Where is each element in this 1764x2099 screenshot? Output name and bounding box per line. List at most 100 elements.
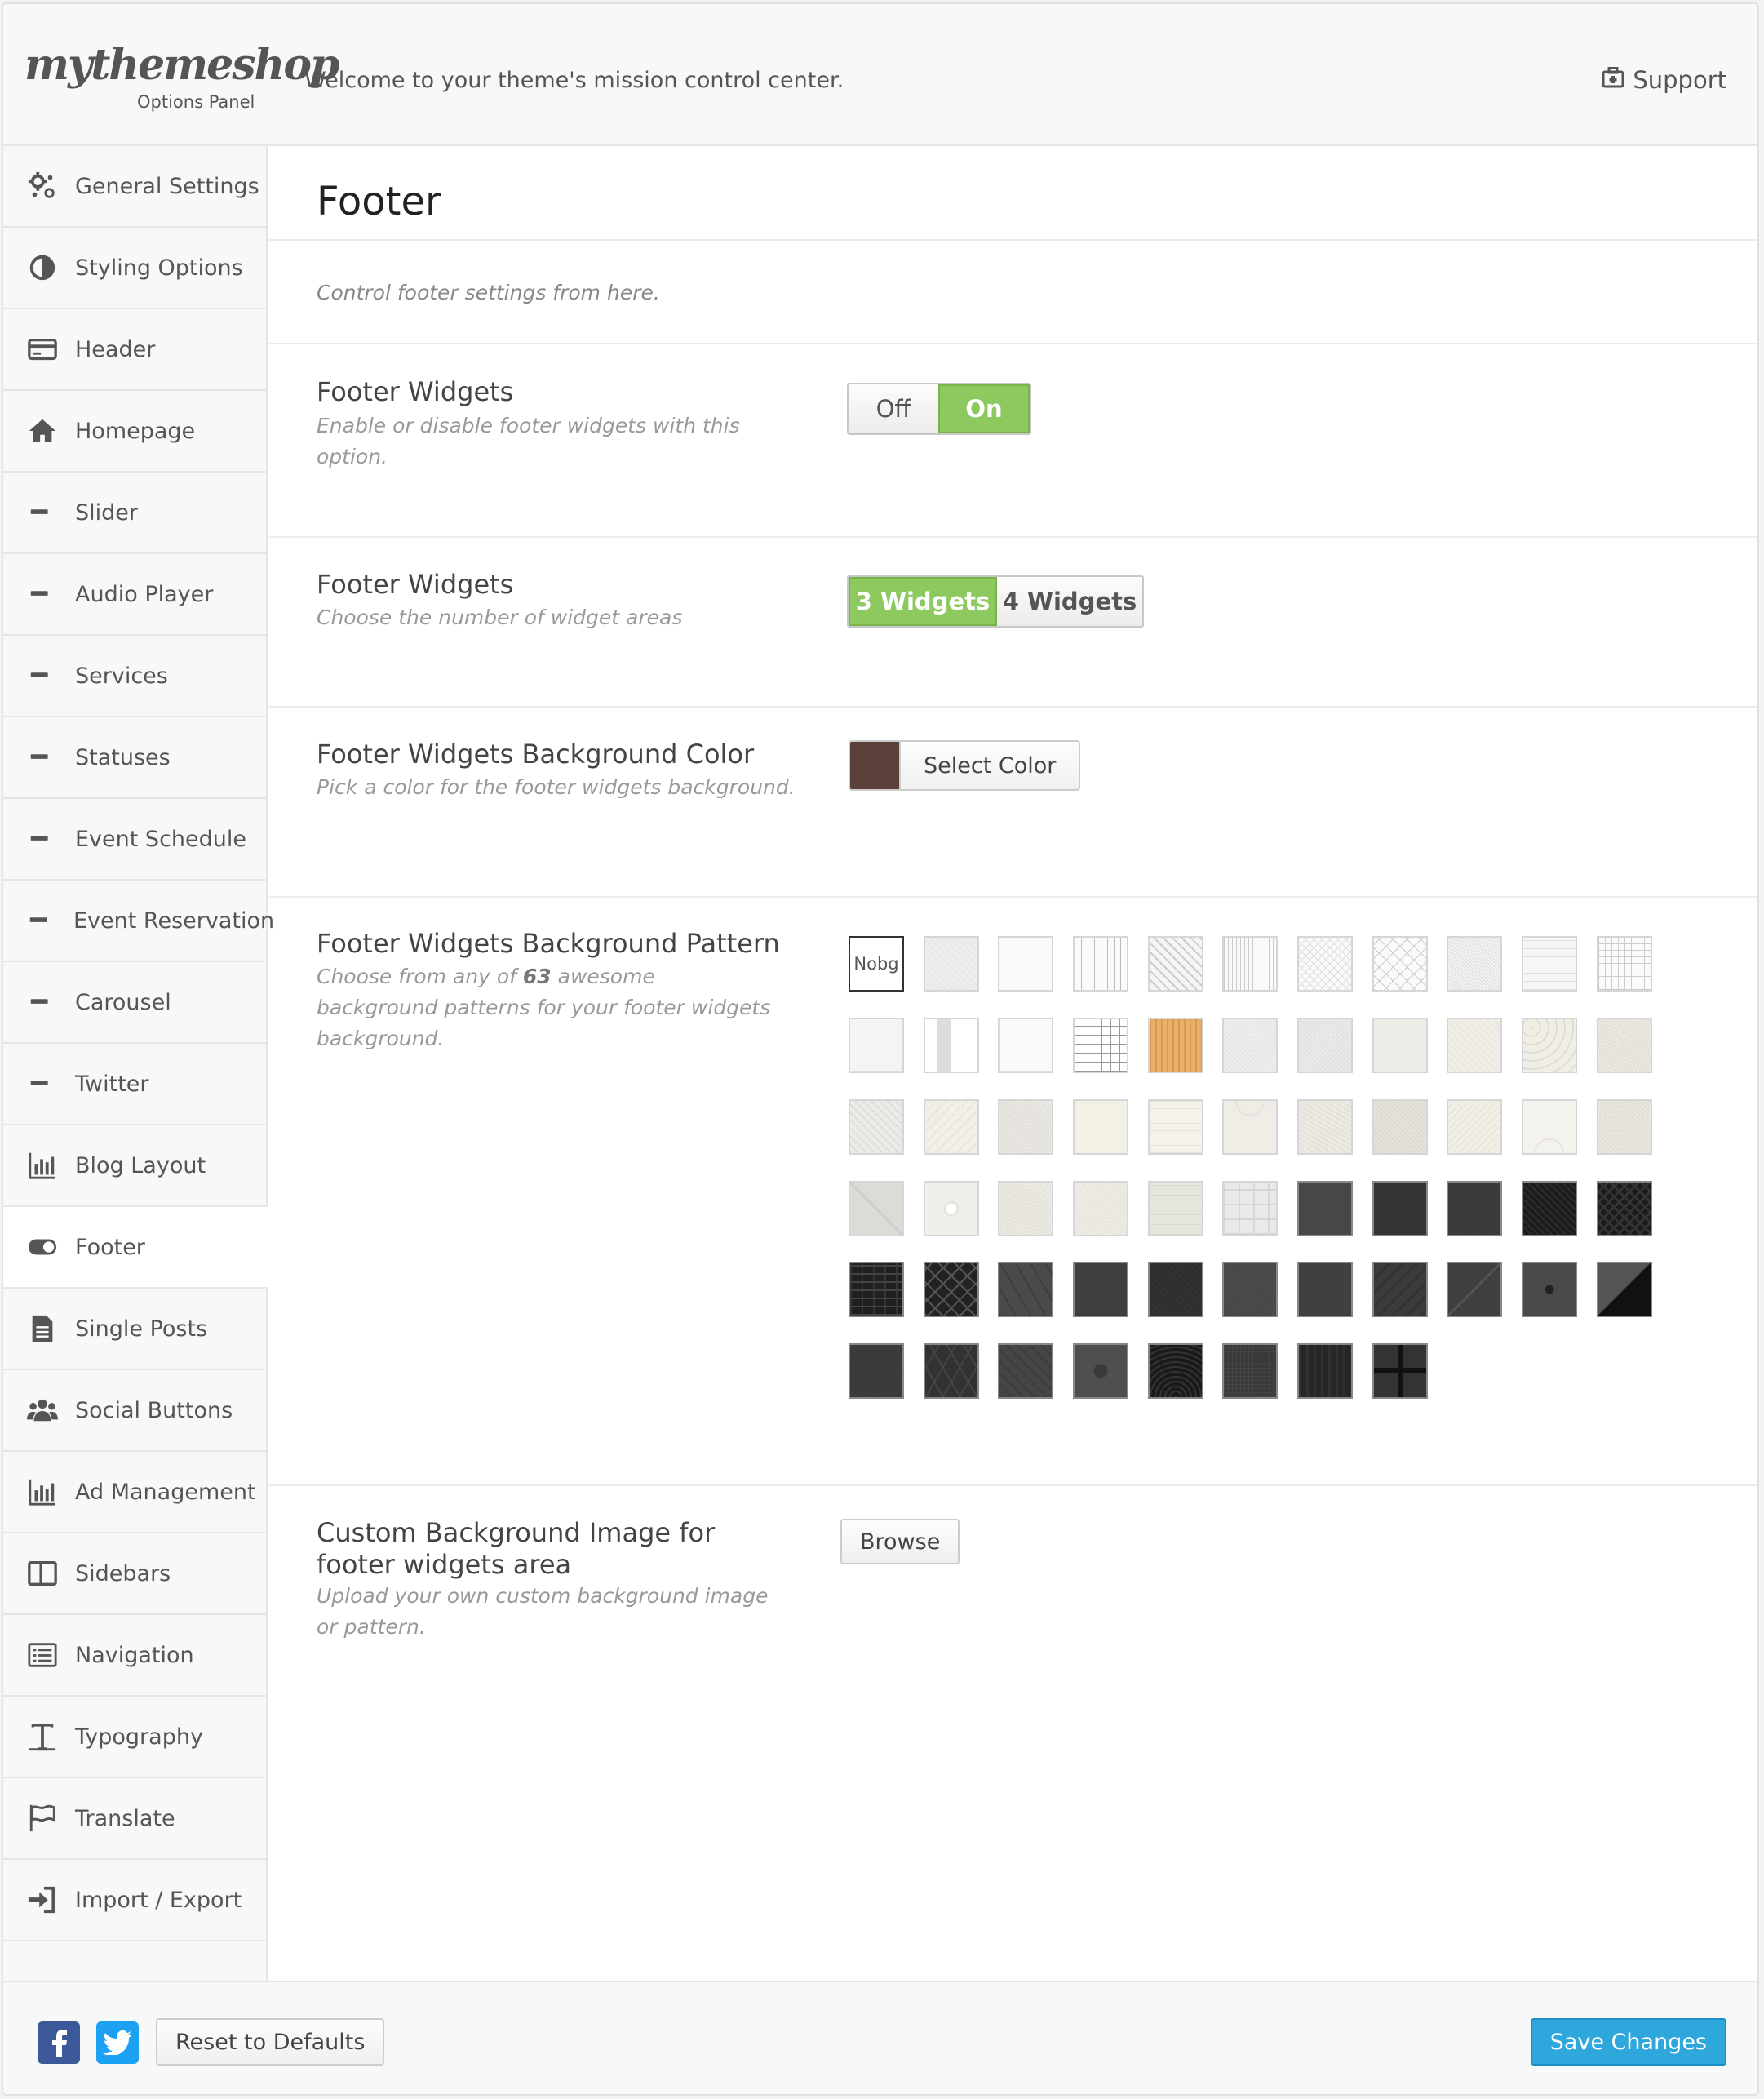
sidebar-item-social-buttons[interactable]: Social Buttons bbox=[3, 1370, 266, 1452]
pattern-swatch[interactable] bbox=[1148, 1099, 1203, 1155]
pattern-swatch[interactable] bbox=[924, 1099, 979, 1155]
support-link[interactable]: Support bbox=[1602, 66, 1726, 94]
pattern-swatch[interactable] bbox=[1447, 1018, 1502, 1073]
pattern-swatch[interactable] bbox=[1148, 1018, 1203, 1073]
sidebar-item-translate[interactable]: Translate bbox=[3, 1778, 266, 1860]
sidebar-item-audio-player[interactable]: Audio Player bbox=[3, 554, 266, 636]
pattern-swatch[interactable] bbox=[1297, 1018, 1353, 1073]
save-changes-button[interactable]: Save Changes bbox=[1530, 2018, 1726, 2066]
browse-button[interactable]: Browse bbox=[840, 1519, 960, 1564]
pattern-swatch[interactable] bbox=[1522, 1262, 1577, 1317]
pattern-swatch[interactable] bbox=[1372, 1262, 1428, 1317]
pattern-swatch[interactable] bbox=[1073, 1018, 1128, 1073]
pattern-swatch[interactable] bbox=[1073, 1099, 1128, 1155]
sidebar-item-footer[interactable]: Footer bbox=[3, 1207, 268, 1289]
pattern-swatch[interactable] bbox=[998, 936, 1053, 992]
pattern-swatch[interactable] bbox=[1148, 1262, 1203, 1317]
sidebar-item-twitter[interactable]: Twitter bbox=[3, 1044, 266, 1125]
pattern-swatch[interactable] bbox=[1073, 936, 1128, 992]
pattern-swatch[interactable] bbox=[849, 1018, 904, 1073]
pattern-swatch[interactable] bbox=[1447, 1099, 1502, 1155]
pattern-swatch[interactable] bbox=[1372, 1099, 1428, 1155]
pattern-swatch[interactable] bbox=[1222, 936, 1278, 992]
pattern-swatch[interactable] bbox=[1297, 1262, 1353, 1317]
credit-card-icon bbox=[26, 333, 59, 366]
toggle-off-button[interactable]: Off bbox=[849, 384, 938, 433]
pattern-swatch[interactable] bbox=[1222, 1099, 1278, 1155]
sidebar-item-import-export[interactable]: Import / Export bbox=[3, 1860, 266, 1941]
toggle-on-button[interactable]: On bbox=[938, 384, 1030, 433]
pattern-swatch[interactable] bbox=[998, 1018, 1053, 1073]
pattern-swatch[interactable] bbox=[1297, 936, 1353, 992]
pattern-swatch[interactable] bbox=[1222, 1181, 1278, 1236]
pattern-swatch[interactable] bbox=[1222, 1018, 1278, 1073]
pattern-swatch[interactable] bbox=[1372, 1181, 1428, 1236]
sidebar-item-event-reservation[interactable]: Event Reservation bbox=[3, 881, 274, 962]
sidebar-item-typography[interactable]: Typography bbox=[3, 1697, 266, 1778]
pattern-swatch[interactable] bbox=[1447, 1262, 1502, 1317]
sidebar-item-homepage[interactable]: Homepage bbox=[3, 391, 266, 473]
pattern-swatch[interactable] bbox=[924, 1181, 979, 1236]
pattern-swatch[interactable] bbox=[1297, 1343, 1353, 1399]
pattern-swatch[interactable] bbox=[1597, 936, 1652, 992]
pattern-swatch[interactable] bbox=[1148, 1343, 1203, 1399]
pattern-no-bg[interactable]: No bg bbox=[849, 936, 904, 992]
pattern-swatch[interactable] bbox=[849, 1099, 904, 1155]
pattern-swatch[interactable] bbox=[1297, 1099, 1353, 1155]
pattern-swatch[interactable] bbox=[1372, 1018, 1428, 1073]
sidebar-item-blog-layout[interactable]: Blog Layout bbox=[3, 1125, 266, 1207]
sidebar-item-ad-management[interactable]: Ad Management bbox=[3, 1452, 266, 1533]
pattern-swatch[interactable] bbox=[849, 1262, 904, 1317]
sidebar-item-general-settings[interactable]: General Settings bbox=[3, 146, 266, 228]
pattern-swatch[interactable] bbox=[1522, 1018, 1577, 1073]
pattern-swatch[interactable] bbox=[1073, 1181, 1128, 1236]
pattern-swatch[interactable] bbox=[1222, 1343, 1278, 1399]
facebook-icon[interactable] bbox=[38, 2021, 80, 2064]
pattern-swatch[interactable] bbox=[1597, 1181, 1652, 1236]
pattern-swatch[interactable] bbox=[1148, 1181, 1203, 1236]
pattern-swatch[interactable] bbox=[1447, 1181, 1502, 1236]
pattern-swatch[interactable] bbox=[998, 1099, 1053, 1155]
pattern-swatch[interactable] bbox=[849, 1343, 904, 1399]
sidebar-item-navigation[interactable]: Navigation bbox=[3, 1615, 266, 1697]
pattern-swatch[interactable] bbox=[1073, 1262, 1128, 1317]
sidebar-item-header[interactable]: Header bbox=[3, 309, 266, 391]
footer-widgets-count-selector: 3 Widgets 4 Widgets bbox=[847, 575, 1144, 628]
sidebar-item-styling-options[interactable]: Styling Options bbox=[3, 228, 266, 309]
twitter-icon[interactable] bbox=[96, 2021, 139, 2064]
pattern-swatch[interactable] bbox=[1597, 1099, 1652, 1155]
color-picker-button[interactable]: Select Color bbox=[849, 740, 1081, 791]
pattern-swatch[interactable] bbox=[1597, 1262, 1652, 1317]
pattern-swatch[interactable] bbox=[1447, 936, 1502, 992]
sidebar-item-slider[interactable]: Slider bbox=[3, 473, 266, 554]
pattern-swatch[interactable] bbox=[998, 1262, 1053, 1317]
pattern-swatch[interactable] bbox=[1522, 936, 1577, 992]
pattern-swatch[interactable] bbox=[1522, 1181, 1577, 1236]
pattern-swatch[interactable] bbox=[1297, 1181, 1353, 1236]
sidebar-item-services[interactable]: Services bbox=[3, 636, 266, 717]
sidebar-item-carousel[interactable]: Carousel bbox=[3, 962, 266, 1044]
three-widgets-button[interactable]: 3 Widgets bbox=[849, 577, 997, 626]
four-widgets-button[interactable]: 4 Widgets bbox=[997, 577, 1142, 626]
reset-defaults-button[interactable]: Reset to Defaults bbox=[156, 2018, 385, 2066]
divider bbox=[269, 536, 1757, 538]
top-bar: mythemeshop Options Panel Welcome to you… bbox=[3, 4, 1757, 146]
pattern-swatch[interactable] bbox=[1522, 1099, 1577, 1155]
pattern-swatch[interactable] bbox=[849, 1181, 904, 1236]
pattern-swatch[interactable] bbox=[924, 1262, 979, 1317]
pattern-swatch[interactable] bbox=[924, 1018, 979, 1073]
sidebar-item-statuses[interactable]: Statuses bbox=[3, 717, 266, 799]
pattern-swatch[interactable] bbox=[1148, 936, 1203, 992]
pattern-swatch[interactable] bbox=[924, 936, 979, 992]
pattern-swatch[interactable] bbox=[924, 1343, 979, 1399]
pattern-swatch[interactable] bbox=[1372, 936, 1428, 992]
sidebar-item-single-posts[interactable]: Single Posts bbox=[3, 1289, 266, 1370]
sidebar-item-event-schedule[interactable]: Event Schedule bbox=[3, 799, 266, 881]
pattern-swatch[interactable] bbox=[998, 1343, 1053, 1399]
pattern-swatch[interactable] bbox=[1073, 1343, 1128, 1399]
pattern-swatch[interactable] bbox=[1222, 1262, 1278, 1317]
pattern-swatch[interactable] bbox=[998, 1181, 1053, 1236]
pattern-swatch[interactable] bbox=[1372, 1343, 1428, 1399]
pattern-swatch[interactable] bbox=[1597, 1018, 1652, 1073]
sidebar-item-sidebars[interactable]: Sidebars bbox=[3, 1533, 266, 1615]
